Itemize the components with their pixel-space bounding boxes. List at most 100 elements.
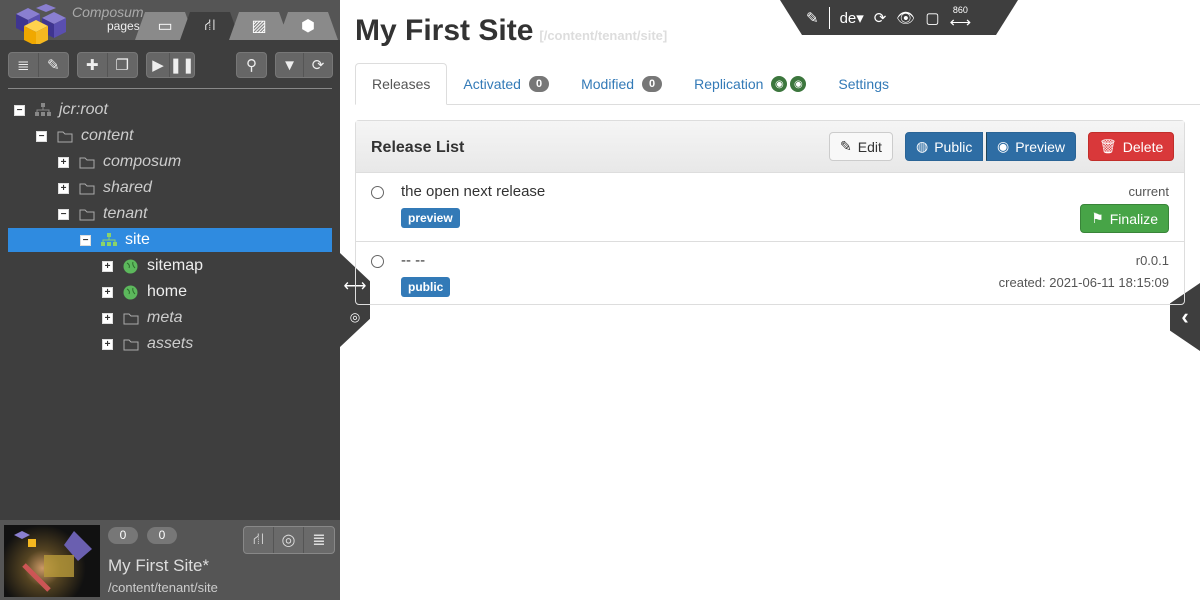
tree-node-composum[interactable]: + composum xyxy=(8,150,332,174)
cube-icon: ⬢ xyxy=(301,18,315,35)
flag-checkered-icon: ⚑ xyxy=(1091,210,1104,226)
button-label: Public xyxy=(934,138,973,155)
tab-components[interactable]: ⬢ xyxy=(278,12,338,40)
release-row[interactable]: the open next release preview current ⚑ F… xyxy=(356,173,1184,242)
tree-node-label: sitemap xyxy=(147,257,204,274)
tab-settings[interactable]: Settings xyxy=(822,63,905,105)
expand-icon[interactable]: + xyxy=(102,312,113,324)
filter-icon[interactable]: ▼ xyxy=(276,53,304,77)
eye-slash-icon[interactable]: ◎ xyxy=(350,310,360,324)
database-icon[interactable]: ≣ xyxy=(304,527,334,553)
refresh-icon[interactable]: ⟳ xyxy=(874,9,887,27)
page-title: My First Site [/content/tenant/site] xyxy=(355,14,667,48)
finalize-button[interactable]: ⚑ Finalize xyxy=(1080,204,1169,233)
edit-icon[interactable]: ✎ xyxy=(39,53,68,77)
tree-node-sitemap[interactable]: + sitemap xyxy=(8,254,332,278)
collapse-icon[interactable]: − xyxy=(80,234,91,246)
language-value: de xyxy=(839,9,857,27)
release-list-panel: Release List ✎ Edit ◍ Public ◉ Preview 🗑 Del… xyxy=(355,120,1185,305)
tab-label: Modified xyxy=(581,76,635,92)
target-icon[interactable]: ◎ xyxy=(274,527,304,553)
release-status: current xyxy=(1128,184,1169,199)
tab-modified[interactable]: Modified 0 xyxy=(565,63,678,105)
expand-icon[interactable]: + xyxy=(58,156,69,168)
inbox-icon: ▭ xyxy=(157,18,173,35)
chevron-left-icon[interactable]: ‹ xyxy=(1181,304,1188,330)
brand-name: Composum xyxy=(72,4,144,20)
panel-header: Release List ✎ Edit ◍ Public ◉ Preview 🗑 Del… xyxy=(356,121,1184,173)
tree-node-label: meta xyxy=(147,309,183,326)
tab-activated[interactable]: Activated 0 xyxy=(447,63,565,105)
button-label: Edit xyxy=(857,138,882,155)
release-radio[interactable] xyxy=(371,255,384,268)
site-path: /content/tenant/site xyxy=(108,580,218,595)
globe-icon xyxy=(123,259,139,274)
tab-label: Settings xyxy=(838,76,889,92)
sitemap-icon: ⛙ xyxy=(204,17,216,34)
tree-node-jcr-root[interactable]: − jcr:root xyxy=(8,98,332,122)
toolbar-group-play: ▶ ❚❚ xyxy=(146,52,195,78)
tree-node-meta[interactable]: + meta xyxy=(8,306,332,330)
tree-node-label: tenant xyxy=(103,205,148,222)
folder-icon xyxy=(123,312,139,325)
tab-label: Replication xyxy=(694,76,764,92)
square-icon[interactable]: ▢ xyxy=(925,9,939,27)
tree-node-label: home xyxy=(147,283,188,300)
expand-icon[interactable]: + xyxy=(102,338,113,350)
site-thumbnail xyxy=(4,525,100,597)
sitemap-icon[interactable]: ⛙ xyxy=(244,527,274,553)
tree-node-shared[interactable]: + shared xyxy=(8,176,332,200)
public-button[interactable]: ◍ Public xyxy=(905,132,984,161)
tree-node-content[interactable]: − content xyxy=(8,124,332,148)
refresh-icon[interactable]: ⟳ xyxy=(304,53,332,77)
pause-icon[interactable]: ❚❚ xyxy=(169,53,194,77)
collapse-icon[interactable]: − xyxy=(36,130,47,142)
expand-icon[interactable]: + xyxy=(102,260,113,272)
site-tools: ⛙ ◎ ≣ xyxy=(243,526,335,554)
count-badge: 0 xyxy=(147,527,177,544)
folder-icon xyxy=(123,338,139,351)
plus-icon[interactable]: ✚ xyxy=(78,53,108,77)
preview-button[interactable]: ◉ Preview xyxy=(986,132,1077,161)
eye-icon[interactable]: 👁 xyxy=(896,9,915,27)
tab-releases[interactable]: Releases xyxy=(355,63,448,105)
delete-button[interactable]: 🗑 Delete xyxy=(1088,132,1175,161)
resize-horizontal-icon: ⟷ xyxy=(949,13,972,31)
expand-icon[interactable]: + xyxy=(102,286,113,298)
folder-icon xyxy=(79,156,95,169)
tree-node-home[interactable]: + home xyxy=(8,280,332,304)
search-icon[interactable]: ⚲ xyxy=(237,53,266,77)
sitemap-icon xyxy=(35,103,51,117)
sidebar-header: Composum pages ▭ ⛙ ▨ ⬢ xyxy=(0,0,340,44)
pencil-icon: ✎ xyxy=(840,138,852,154)
copy-icon[interactable]: ❐ xyxy=(108,53,137,77)
tab-replication[interactable]: Replication ◉ ◉ xyxy=(678,63,822,105)
globe-icon xyxy=(123,285,139,300)
play-icon[interactable]: ▶ xyxy=(147,53,170,77)
edit-button[interactable]: ✎ Edit xyxy=(829,132,893,161)
width-toggle[interactable]: 860 ⟷ xyxy=(950,6,972,30)
release-label: preview xyxy=(401,208,460,228)
divider xyxy=(829,7,830,29)
collapse-icon[interactable]: − xyxy=(58,208,69,220)
edit-icon[interactable]: ✎ xyxy=(806,9,819,27)
button-label: Delete xyxy=(1122,138,1164,155)
image-icon: ▨ xyxy=(251,18,267,35)
panel-title: Release List xyxy=(371,139,465,156)
tree-node-label: shared xyxy=(103,179,152,196)
tree-node-label: assets xyxy=(147,335,194,352)
release-row[interactable]: -- -- public r0.0.1 created: 2021-06-11 … xyxy=(356,242,1184,304)
tree-node-site[interactable]: − site xyxy=(8,228,332,252)
tree-node-assets[interactable]: + assets xyxy=(8,332,332,356)
expand-icon[interactable]: + xyxy=(58,182,69,194)
release-radio[interactable] xyxy=(371,186,384,199)
folder-icon xyxy=(79,182,95,195)
top-toolbar: ✎ de▾ ⟳ 👁 ▢ 860 ⟷ xyxy=(780,0,1018,35)
collapse-icon[interactable]: − xyxy=(14,104,25,116)
sidebar: Composum pages ▭ ⛙ ▨ ⬢ ≣ ✎ ✚ ❐ ▶ ❚❚ ⚲ ▼ ⟳ − j… xyxy=(0,0,340,600)
tree-node-tenant[interactable]: − tenant xyxy=(8,202,332,226)
language-select[interactable]: de▾ xyxy=(840,9,864,27)
database-icon[interactable]: ≣ xyxy=(9,53,39,77)
site-info-panel: 0 0 ⛙ ◎ ≣ My First Site* /content/tenant/s… xyxy=(0,520,340,600)
site-title: My First Site* xyxy=(108,556,210,575)
